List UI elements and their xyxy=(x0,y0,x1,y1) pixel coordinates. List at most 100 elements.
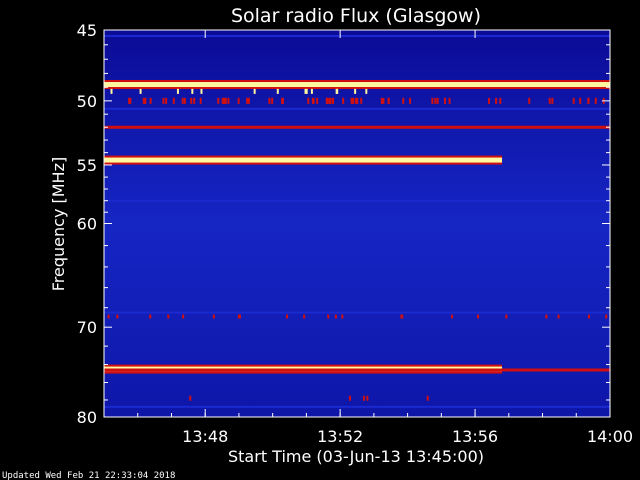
burst-0-22 xyxy=(579,97,582,104)
burst-0-32 xyxy=(190,97,193,104)
y-tick-label-0: 45 xyxy=(77,21,97,40)
burst-0-66 xyxy=(332,97,335,104)
burst-0-28 xyxy=(316,97,319,104)
burst-1-7 xyxy=(336,88,339,94)
band-9 xyxy=(104,405,610,408)
burst-0-18 xyxy=(387,97,390,104)
burst-3-2 xyxy=(349,395,352,401)
burst-0-38 xyxy=(181,97,184,104)
burst-0-52 xyxy=(172,97,175,104)
burst-0-30 xyxy=(443,97,446,104)
burst-0-43 xyxy=(572,97,575,104)
plot-area xyxy=(104,30,610,417)
burst-0-5 xyxy=(360,97,363,104)
burst-2-10 xyxy=(149,314,152,319)
band-2 xyxy=(104,107,610,110)
burst-0-7 xyxy=(548,97,551,104)
burst-3-0 xyxy=(366,395,369,401)
burst-2-2 xyxy=(451,314,454,319)
burst-2-3 xyxy=(477,314,480,319)
y-tick-label-2: 55 xyxy=(77,156,97,175)
band-0 xyxy=(104,34,610,37)
x-tick-label-3: 14:00 xyxy=(587,427,633,446)
burst-0-35 xyxy=(221,97,224,104)
burst-0-60 xyxy=(587,97,590,104)
burst-0-10 xyxy=(247,97,250,104)
burst-0-42 xyxy=(144,97,147,104)
burst-0-50 xyxy=(487,97,490,104)
burst-2-0 xyxy=(212,314,215,319)
burst-1-11 xyxy=(110,88,113,94)
chart-title: Solar radio Flux (Glasgow) xyxy=(231,5,481,27)
band-4 xyxy=(104,157,503,163)
burst-0-37 xyxy=(271,97,274,104)
band-3 xyxy=(104,125,610,129)
burst-0-2 xyxy=(162,97,165,104)
burst-0-56 xyxy=(128,97,131,104)
burst-0-53 xyxy=(217,97,220,104)
updated-footer: Updated Wed Feb 21 22:33:04 2018 xyxy=(2,471,175,480)
burst-1-8 xyxy=(305,88,308,94)
burst-0-55 xyxy=(149,97,152,104)
burst-0-51 xyxy=(434,97,437,104)
burst-0-69 xyxy=(223,97,226,104)
burst-1-6 xyxy=(354,88,357,94)
band-6 xyxy=(104,311,610,314)
burst-2-19 xyxy=(237,314,240,319)
burst-1-1 xyxy=(139,88,142,94)
burst-2-9 xyxy=(327,314,330,319)
y-tick-label-4: 70 xyxy=(77,318,97,337)
burst-2-14 xyxy=(401,314,404,319)
x-axis-label: Start Time (03-Jun-13 13:45:00) xyxy=(228,447,484,466)
burst-0-57 xyxy=(312,97,315,104)
burst-1-5 xyxy=(365,88,368,94)
burst-2-13 xyxy=(545,314,548,319)
y-tick-label-3: 60 xyxy=(77,215,97,234)
spectrogram-chart: 13:48 13:52 13:56 14:00 45 50 55 60 70 80 Solar … xyxy=(0,0,640,480)
burst-0-48 xyxy=(409,97,412,104)
burst-0-59 xyxy=(431,97,434,104)
burst-0-23 xyxy=(594,97,597,104)
burst-2-20 xyxy=(116,314,119,319)
burst-0-67 xyxy=(326,97,329,104)
burst-1-12 xyxy=(191,88,194,94)
burst-3-4 xyxy=(189,395,192,401)
burst-1-13 xyxy=(200,88,203,94)
burst-0-65 xyxy=(528,97,531,104)
burst-0-27 xyxy=(199,97,202,104)
y-tick-label-1: 50 xyxy=(77,92,97,111)
burst-0-24 xyxy=(165,97,168,104)
burst-3-1 xyxy=(362,395,365,401)
burst-1-2 xyxy=(176,88,179,94)
burst-2-1 xyxy=(303,314,306,319)
burst-2-11 xyxy=(605,314,608,319)
burst-3-3 xyxy=(426,395,429,401)
burst-1-10 xyxy=(253,88,256,94)
burst-1-3 xyxy=(310,88,313,94)
x-tick-label-2: 13:56 xyxy=(452,427,498,446)
burst-0-49 xyxy=(307,97,310,104)
burst-0-12 xyxy=(436,97,439,104)
burst-2-7 xyxy=(286,314,289,319)
burst-0-39 xyxy=(495,97,498,104)
burst-2-15 xyxy=(341,314,344,319)
burst-0-19 xyxy=(350,97,353,104)
burst-0-8 xyxy=(402,97,405,104)
burst-0-63 xyxy=(354,97,357,104)
burst-0-17 xyxy=(183,97,186,104)
burst-2-21 xyxy=(182,314,185,319)
burst-0-36 xyxy=(380,97,383,104)
band-5 xyxy=(104,199,610,202)
burst-0-45 xyxy=(551,97,554,104)
x-tick-label-0: 13:48 xyxy=(182,427,228,446)
burst-0-34 xyxy=(329,97,332,104)
y-axis-label: Frequency [MHz] xyxy=(49,157,68,291)
burst-0-11 xyxy=(499,97,502,104)
burst-0-31 xyxy=(246,97,249,104)
burst-0-41 xyxy=(281,97,284,104)
burst-0-61 xyxy=(268,97,271,104)
burst-2-17 xyxy=(505,314,508,319)
burst-2-16 xyxy=(167,314,170,319)
burst-0-68 xyxy=(237,97,240,104)
burst-2-18 xyxy=(557,314,560,319)
